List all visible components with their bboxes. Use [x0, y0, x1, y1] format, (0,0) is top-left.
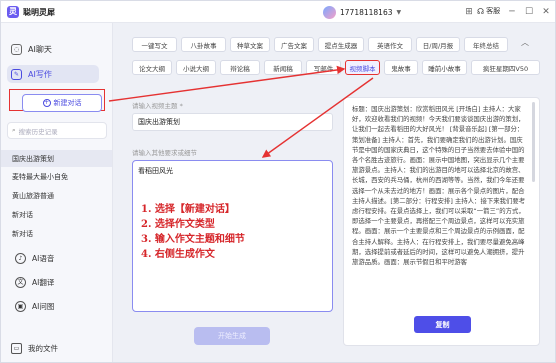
history-item[interactable]: 黄山旅游普通: [1, 187, 112, 204]
type-button[interactable]: 论文大纲: [132, 60, 172, 75]
type-button[interactable]: 日/周/月报: [416, 37, 460, 52]
sidebar-item-ai-write[interactable]: ✎ AI写作: [7, 65, 99, 83]
type-button[interactable]: 小说大纲: [176, 60, 216, 75]
app-logo: 灵: [7, 6, 19, 18]
sidebar-item-label: AI写作: [28, 69, 52, 79]
sidebar-item-my-files[interactable]: ▭ 我的文件: [11, 341, 58, 355]
type-button[interactable]: 一键写文: [132, 37, 177, 52]
history-item[interactable]: 麦特最大最小自免: [1, 168, 112, 185]
instruction-line: 3. 输入作文主题和细节: [141, 234, 245, 245]
scrollbar[interactable]: [532, 102, 535, 182]
annotation-instructions: 1. 选择【新建对话】 2. 选择作文类型 3. 输入作文主题和细节 4. 右侧…: [141, 202, 245, 262]
type-button-video-script[interactable]: 视频脚本: [345, 60, 380, 75]
chevron-down-icon: ▼: [396, 8, 402, 16]
tool-label: AI语音: [32, 253, 55, 263]
sidebar-item-ai-chat[interactable]: ◌ AI聊天: [11, 40, 52, 58]
new-chat-label: 新建对话: [53, 99, 82, 107]
search-icon: ⌕: [12, 126, 16, 134]
chevron-up-icon[interactable]: ︿: [521, 37, 529, 48]
history-item[interactable]: 新对话: [1, 225, 112, 242]
type-button[interactable]: 种草文案: [230, 37, 270, 52]
type-button[interactable]: 广告文案: [274, 37, 314, 52]
copy-button[interactable]: 复制: [414, 316, 471, 333]
instruction-line: 4. 右侧生成作文: [141, 249, 215, 260]
type-button[interactable]: 疯狂星期四V50: [471, 60, 540, 75]
generate-button[interactable]: 开始生成: [194, 327, 270, 345]
pen-icon: ✎: [11, 68, 22, 80]
support-label: 客服: [486, 7, 501, 15]
type-button[interactable]: 写邮件: [306, 60, 341, 75]
gift-icon[interactable]: ⊞: [463, 6, 475, 18]
title-bar: 灵 聪明灵犀 17718118163 ▼ ⊞ ☊ 客服 ─ ☐ ✕: [1, 1, 555, 23]
avatar: [323, 5, 336, 19]
close-icon[interactable]: ✕: [540, 6, 552, 18]
topic-label: 请输入视频主题 *: [132, 102, 183, 110]
topic-input[interactable]: 国庆出游策划: [132, 113, 333, 131]
type-button[interactable]: 辩论稿: [220, 60, 260, 75]
instruction-line: 1. 选择【新建对话】: [141, 204, 235, 215]
maximize-icon[interactable]: ☐: [523, 6, 535, 18]
type-button[interactable]: 八卦故事: [181, 37, 226, 52]
tool-label: AI翻译: [32, 277, 55, 287]
image-icon: ▣: [15, 300, 26, 312]
history-item[interactable]: 国庆出游策划: [1, 150, 112, 167]
folder-icon: ▭: [11, 342, 22, 354]
app-name: 聪明灵犀: [23, 8, 55, 17]
type-button[interactable]: 鬼故事: [384, 60, 418, 75]
tool-label: AI问图: [32, 301, 55, 311]
sidebar-item-label: AI聊天: [28, 44, 52, 54]
user-phone: 17718118163: [340, 7, 393, 17]
type-button[interactable]: 年终总结: [464, 37, 508, 52]
microphone-icon: ♪: [15, 252, 26, 264]
instruction-line: 2. 选择作文类型: [141, 219, 215, 230]
app-window: 灵 聪明灵犀 17718118163 ▼ ⊞ ☊ 客服 ─ ☐ ✕ ◌ AI聊天 ✎…: [0, 0, 556, 363]
history-search-input[interactable]: ⌕ 搜索历史记录: [7, 122, 107, 139]
sidebar-item-ai-voice[interactable]: ♪ AI语音: [15, 251, 54, 265]
output-panel: 标题：国庆出游策划：欣赏稻田风光 [开场白] 主持人：大家好，欢迎收看我们的视频…: [343, 97, 540, 346]
type-button[interactable]: 睡前小故事: [422, 60, 467, 75]
sidebar-item-ai-image[interactable]: ▣ AI问图: [15, 299, 54, 313]
plus-icon: +: [42, 99, 51, 107]
headset-icon: ☊: [477, 6, 485, 16]
type-button[interactable]: 新闻稿: [264, 60, 302, 75]
search-placeholder: 搜索历史记录: [18, 127, 58, 136]
minimize-icon[interactable]: ─: [506, 6, 518, 18]
new-chat-button[interactable]: + 新建对话: [22, 94, 102, 112]
history-item[interactable]: 新对话: [1, 206, 112, 223]
files-label: 我的文件: [28, 343, 58, 353]
type-button[interactable]: 英语作文: [368, 37, 412, 52]
translate-icon: 文: [15, 276, 26, 288]
output-text: 标题：国庆出游策划：欣赏稻田风光 [开场白] 主持人：大家好，欢迎收看我们的视频…: [352, 105, 526, 267]
sidebar-item-ai-translate[interactable]: 文 AI翻译: [15, 275, 54, 289]
detail-label: 请输入其他要求或细节: [132, 149, 197, 157]
chat-icon: ◌: [11, 43, 22, 55]
user-menu[interactable]: 17718118163 ▼: [323, 5, 401, 19]
support-button[interactable]: ☊ 客服: [477, 6, 500, 16]
type-button[interactable]: 提点生成器: [318, 37, 364, 52]
